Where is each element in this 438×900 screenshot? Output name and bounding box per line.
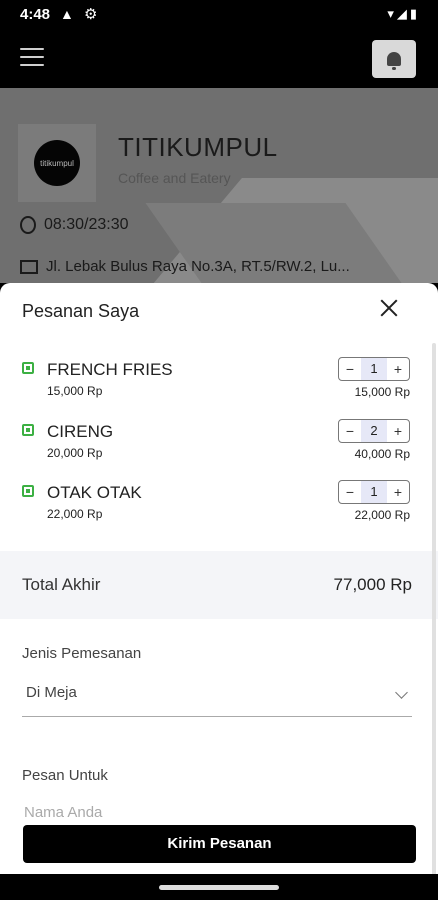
- store-header: titikumpul TITIKUMPUL Coffee and Eatery …: [0, 88, 438, 283]
- order-type-value: Di Meja: [26, 684, 77, 701]
- signal-battery-icons: ▾◢▮: [387, 6, 420, 21]
- item-name: FRENCH FRIES: [47, 360, 173, 379]
- total-label: Total Akhir: [22, 575, 101, 594]
- total-value: 77,000 Rp: [333, 575, 412, 594]
- close-icon[interactable]: [378, 297, 400, 319]
- order-sheet: Pesanan Saya FRENCH FRIES 15,000 Rp − 1 …: [0, 283, 438, 900]
- order-type-label: Jenis Pemesanan: [22, 645, 142, 662]
- item-total: 40,000 Rp: [354, 447, 410, 461]
- alert-icon: ▲: [60, 6, 74, 22]
- veg-indicator-icon: [22, 424, 34, 436]
- item-price: 15,000 Rp: [47, 384, 103, 398]
- order-item: FRENCH FRIES 15,000 Rp − 1 + 15,000 Rp: [22, 357, 414, 420]
- home-handle[interactable]: [159, 885, 279, 890]
- status-bar: 4:48 ▲ ⚙ ▾◢▮: [0, 0, 438, 30]
- item-price: 22,000 Rp: [47, 507, 103, 521]
- order-type-select[interactable]: Di Meja: [22, 676, 412, 717]
- decrement-button[interactable]: −: [339, 420, 361, 442]
- item-total: 15,000 Rp: [354, 385, 410, 399]
- status-time: 4:48: [20, 6, 51, 23]
- quantity-value: 1: [361, 481, 387, 503]
- store-logo: titikumpul: [18, 124, 96, 202]
- order-item: OTAK OTAK 22,000 Rp − 1 + 22,000 Rp: [22, 480, 414, 543]
- quantity-value: 1: [361, 358, 387, 380]
- notification-button[interactable]: [372, 40, 416, 78]
- store-name: TITIKUMPUL: [118, 132, 278, 162]
- total-row: Total Akhir 77,000 Rp: [0, 551, 438, 619]
- store-hours: 08:30/23:30: [20, 216, 129, 234]
- quantity-stepper: − 2 +: [338, 419, 410, 443]
- quantity-stepper: − 1 +: [338, 480, 410, 504]
- address-text: Jl. Lebak Bulus Raya No.3A, RT.5/RW.2, L…: [46, 258, 350, 275]
- chevron-down-icon: [395, 686, 408, 699]
- gear-icon: ⚙: [84, 6, 98, 23]
- store-address: Jl. Lebak Bulus Raya No.3A, RT.5/RW.2, L…: [20, 258, 350, 275]
- logo-text: titikumpul: [34, 140, 80, 186]
- sheet-title: Pesanan Saya: [22, 301, 140, 321]
- scrollbar[interactable]: [432, 343, 436, 893]
- item-name: CIRENG: [47, 422, 114, 441]
- item-total: 22,000 Rp: [354, 508, 410, 522]
- menu-icon[interactable]: [20, 48, 44, 68]
- name-input[interactable]: [22, 803, 416, 822]
- quantity-stepper: − 1 +: [338, 357, 410, 381]
- veg-indicator-icon: [22, 362, 34, 374]
- order-for-label: Pesan Untuk: [22, 767, 108, 784]
- item-price: 20,000 Rp: [47, 446, 103, 460]
- submit-order-button[interactable]: Kirim Pesanan: [23, 825, 416, 863]
- store-subtitle: Coffee and Eatery: [118, 170, 231, 186]
- app-bar: [0, 30, 438, 88]
- increment-button[interactable]: +: [387, 420, 409, 442]
- system-nav-bar: [0, 874, 438, 900]
- hours-text: 08:30/23:30: [44, 216, 129, 234]
- decrement-button[interactable]: −: [339, 481, 361, 503]
- order-item: CIRENG 20,000 Rp − 2 + 40,000 Rp: [22, 419, 414, 482]
- veg-indicator-icon: [22, 485, 34, 497]
- map-icon: [20, 260, 38, 275]
- quantity-value: 2: [361, 420, 387, 442]
- increment-button[interactable]: +: [387, 358, 409, 380]
- increment-button[interactable]: +: [387, 481, 409, 503]
- decrement-button[interactable]: −: [339, 358, 361, 380]
- bell-icon: [387, 52, 401, 70]
- watch-icon: [20, 216, 36, 234]
- item-name: OTAK OTAK: [47, 483, 142, 502]
